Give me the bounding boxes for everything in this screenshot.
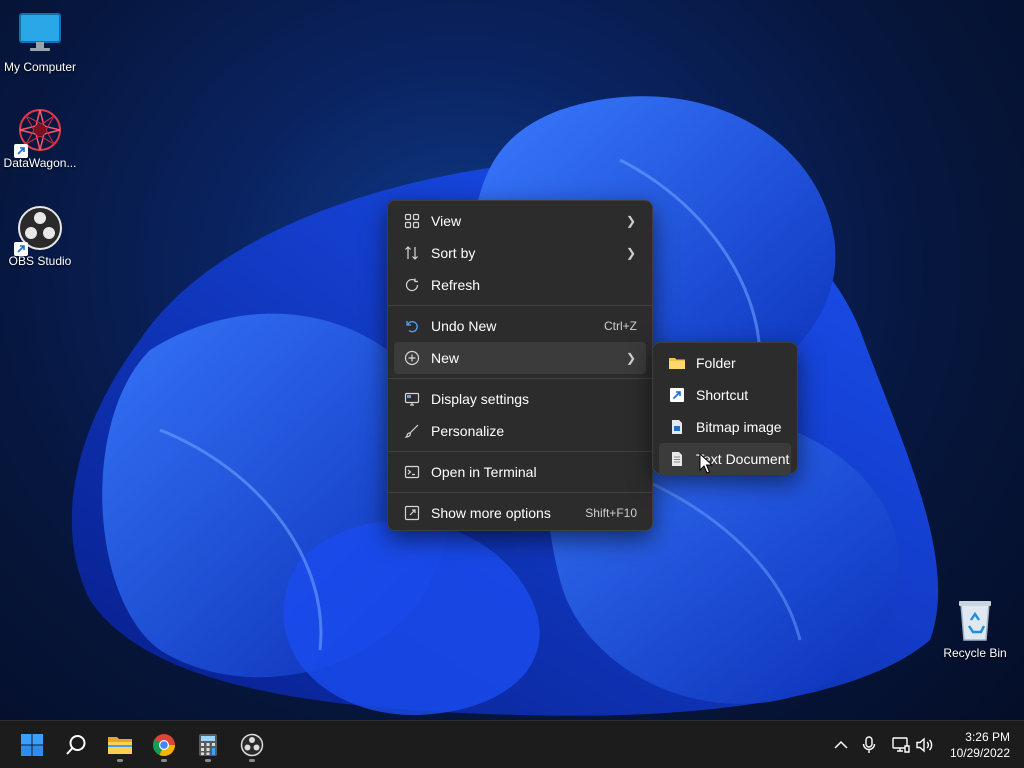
desktop-icon-label: DataWagon... [3,156,77,170]
submenu-item-folder[interactable]: Folder [659,347,791,379]
taskbar-calculator[interactable] [190,727,226,763]
clock-date: 10/29/2022 [949,746,1010,760]
submenu-item-shortcut[interactable]: Shortcut [659,379,791,411]
taskbar: 3:26 PM 10/29/2022 [0,720,1024,768]
folder-icon [668,354,686,372]
desktop-icon-label: OBS Studio [8,254,72,268]
more-options-icon [403,504,421,522]
menu-item-refresh[interactable]: Refresh [394,269,646,301]
menu-item-label: View [431,213,462,229]
menu-item-undo-new[interactable]: Undo New Ctrl+Z [394,310,646,342]
clock-time: 3:26 PM [965,730,1010,744]
menu-item-label: Show more options [431,505,551,521]
menu-separator [388,378,652,379]
shortcut-arrow-icon [14,144,28,158]
menu-item-label: Folder [696,355,736,371]
menu-separator [388,492,652,493]
menu-item-label: Bitmap image [696,419,782,435]
menu-item-show-more-options[interactable]: Show more options Shift+F10 [394,497,646,529]
search-icon [66,735,86,755]
desktop-icon-recycle-bin[interactable]: Recycle Bin [935,596,1015,660]
running-indicator [161,759,167,762]
search-button[interactable] [58,727,94,763]
monitor-icon [19,13,61,51]
tray-volume[interactable] [912,733,936,757]
undo-icon [403,317,421,335]
text-document-icon [668,450,686,468]
display-icon [403,390,421,408]
menu-item-new[interactable]: New ❯ [394,342,646,374]
menu-item-label: Refresh [431,277,481,293]
tray-microphone[interactable] [857,733,881,757]
menu-item-label: Personalize [431,423,505,439]
menu-item-personalize[interactable]: Personalize [394,415,646,447]
chrome-icon [153,734,175,756]
running-indicator [117,759,123,762]
bitmap-icon [668,418,686,436]
shortcut-icon [668,386,686,404]
new-submenu: Folder Shortcut Bitmap image Text Docume… [652,342,798,475]
file-explorer-icon [108,737,132,754]
desktop-icon-label: Recycle Bin [943,646,1007,660]
recycle-bin-icon [959,601,991,641]
menu-item-open-in-terminal[interactable]: Open in Terminal [394,456,646,488]
menu-item-label: Undo New [431,318,497,334]
submenu-item-bitmap-image[interactable]: Bitmap image [659,411,791,443]
taskbar-file-explorer[interactable] [102,727,138,763]
desktop-icon-my-computer[interactable]: My Computer [0,10,80,74]
running-indicator [249,759,255,762]
desktop-icon-label: My Computer [3,60,77,74]
submenu-item-text-document[interactable]: Text Document [659,443,791,475]
taskbar-clock[interactable]: 3:26 PM 10/29/2022 [950,729,1010,761]
desktop-icon-obs-studio[interactable]: OBS Studio [0,204,80,268]
desktop-context-menu: View ❯ Sort by ❯ Refresh Undo New Ctrl+Z… [387,200,653,531]
calculator-icon [199,734,217,756]
menu-item-label: New [431,350,460,366]
chevron-right-icon: ❯ [625,351,637,365]
menu-item-label: Sort by [431,245,476,261]
taskbar-chrome[interactable] [146,727,182,763]
chevron-right-icon: ❯ [625,246,637,260]
tray-network[interactable] [889,733,913,757]
view-grid-icon [403,212,421,230]
microphone-icon [862,736,876,753]
menu-item-label: Display settings [431,391,530,407]
running-indicator [205,759,211,762]
tray-overflow-button[interactable] [829,733,853,757]
menu-item-sort-by[interactable]: Sort by ❯ [394,237,646,269]
new-plus-icon [403,349,421,367]
start-icon [21,734,43,756]
menu-separator [388,451,652,452]
brush-icon [403,422,421,440]
menu-item-view[interactable]: View ❯ [394,205,646,237]
terminal-icon [403,463,421,481]
menu-separator [388,305,652,306]
menu-item-shortcut: Shift+F10 [585,506,637,520]
chevron-right-icon: ❯ [625,214,637,228]
menu-item-label: Shortcut [696,387,749,403]
network-icon [892,737,910,753]
mouse-cursor-icon [699,453,713,474]
desktop-icon-datawagon[interactable]: DataWagon... [0,106,80,170]
obs-icon [240,733,264,757]
refresh-icon [403,276,421,294]
chevron-up-icon [834,740,848,749]
volume-icon [916,737,933,753]
start-button[interactable] [14,727,50,763]
taskbar-obs[interactable] [234,727,270,763]
menu-item-shortcut: Ctrl+Z [604,319,637,333]
menu-item-label: Open in Terminal [431,464,537,480]
sort-icon [403,244,421,262]
shortcut-arrow-icon [14,242,28,256]
menu-item-display-settings[interactable]: Display settings [394,383,646,415]
